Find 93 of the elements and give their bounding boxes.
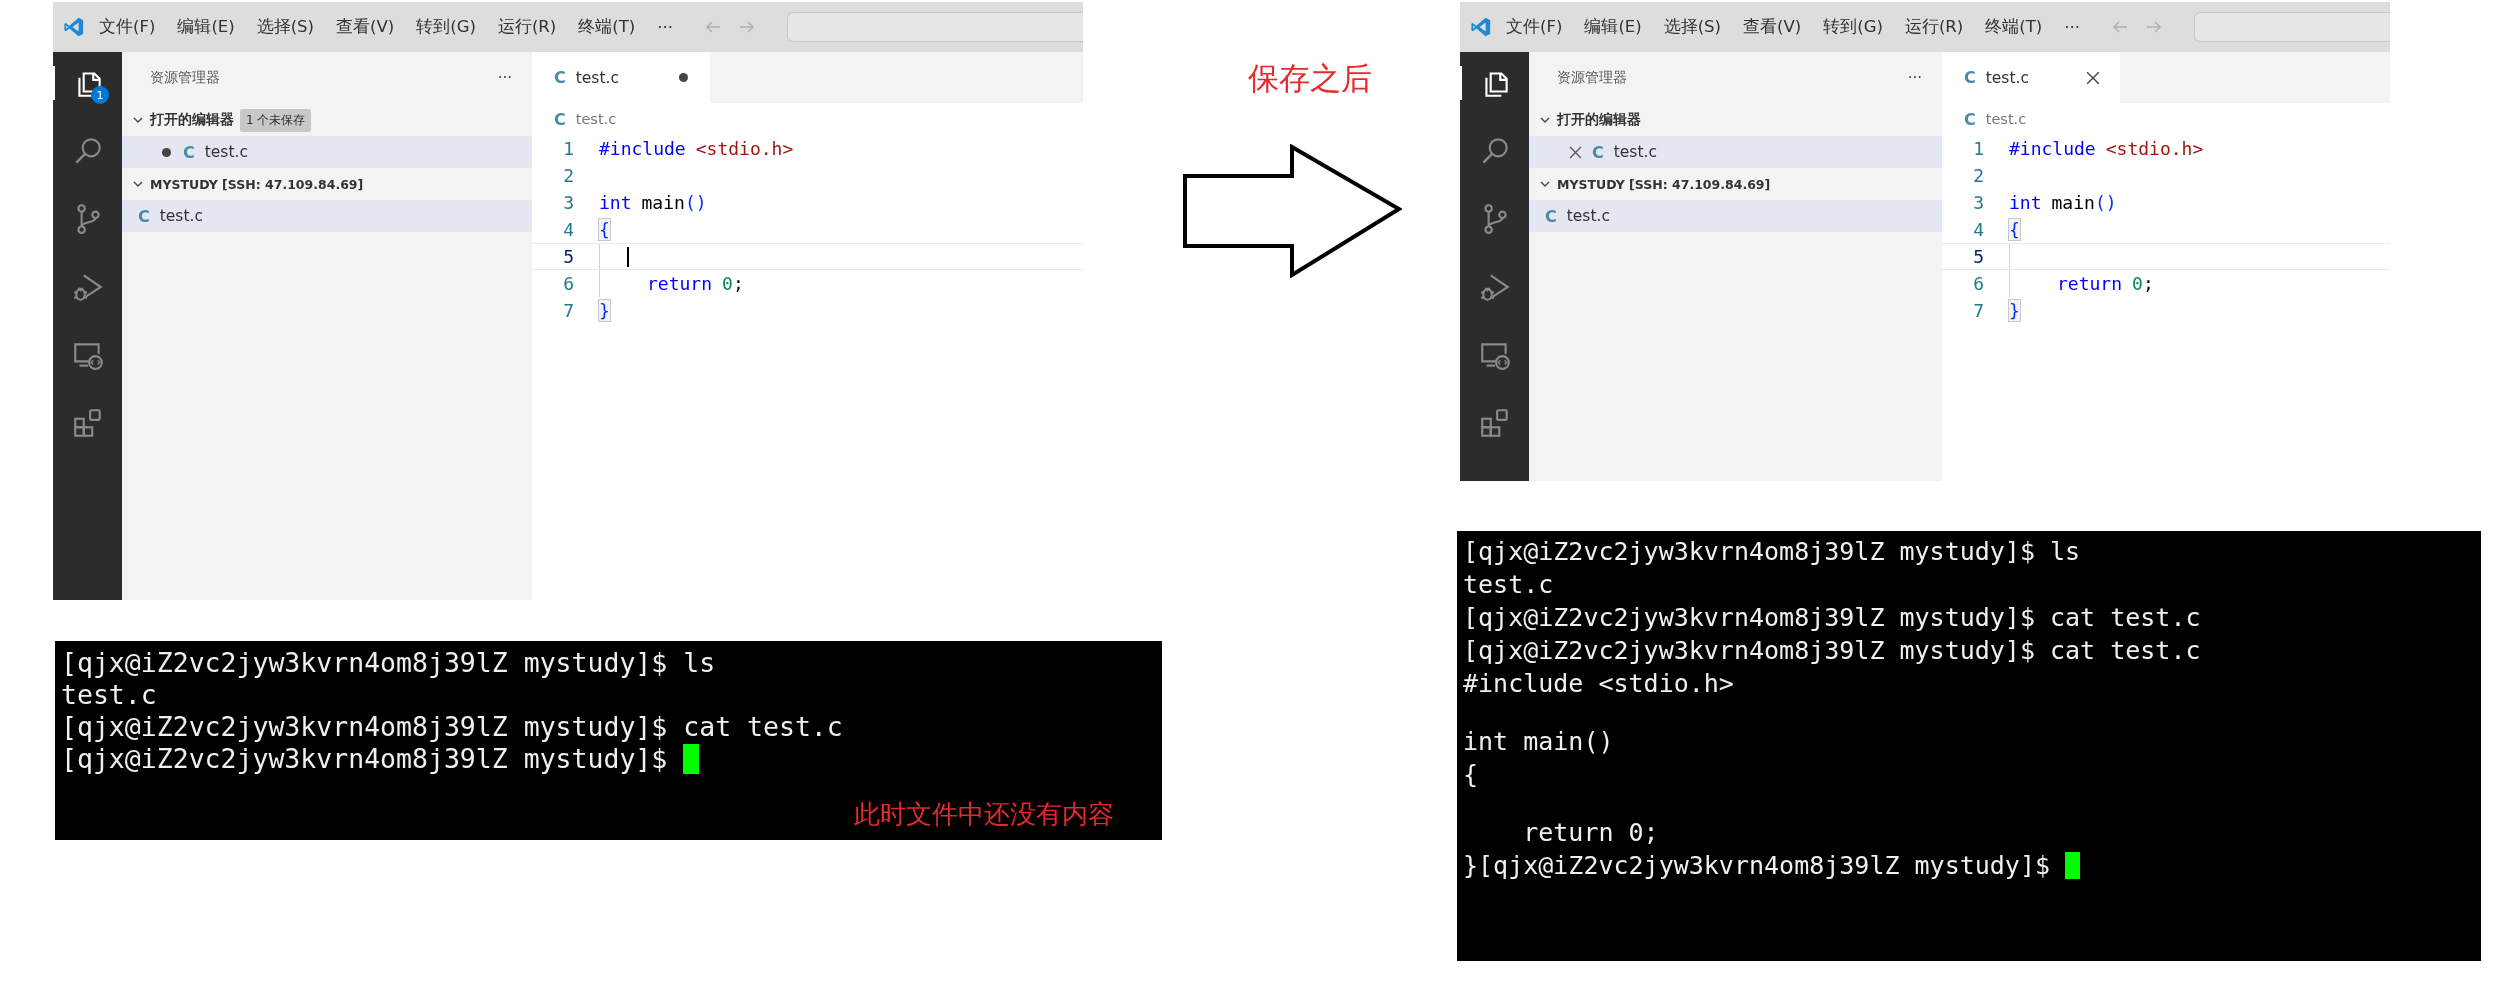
menu-item[interactable]: 运行(R) (497, 16, 557, 38)
app-logo-icon (63, 16, 85, 38)
terminal-line: #include <stdio.h> (1463, 668, 1734, 700)
file-item[interactable]: C test.c (1529, 200, 1942, 232)
code-token: int (2009, 192, 2042, 213)
code-token: () (2094, 192, 2117, 213)
line-number: 4 (1972, 219, 1984, 240)
notification-badge: 1 (91, 86, 109, 104)
terminal-line: { (1463, 759, 1479, 791)
right-arrow-icon (1182, 144, 1402, 278)
close-icon[interactable] (2086, 70, 2100, 85)
code-token: #include (599, 138, 686, 159)
code-token: } (599, 300, 610, 321)
code-token: return (647, 273, 713, 294)
line-number: 3 (1972, 192, 1984, 213)
line-number: 5 (562, 246, 574, 267)
code-token: 0 (722, 273, 733, 294)
section-header[interactable]: 打开的编辑器 (1529, 104, 1942, 136)
menu-item[interactable]: 文件(F) (99, 16, 156, 38)
terminal-cursor (2065, 851, 2080, 880)
code-token: } (2009, 300, 2020, 321)
section-header[interactable]: MYSTUDY [SSH: 47.109.84.69] (1529, 168, 1942, 200)
line-number: 6 (562, 273, 574, 294)
more-actions-button[interactable]: ··· (497, 69, 512, 87)
open-editor-item[interactable]: C test.c (122, 136, 532, 168)
menu-item[interactable]: 编辑(E) (177, 16, 235, 38)
search-field[interactable] (786, 12, 1083, 42)
code-token: main (641, 192, 685, 213)
code-token: return (2057, 273, 2123, 294)
menu-item[interactable]: 终端(T) (1985, 16, 2043, 38)
line-number: 4 (562, 219, 574, 240)
annotation-text: 保存之后 (1248, 59, 1372, 98)
menu-item[interactable]: 运行(R) (1904, 16, 1964, 38)
terminal-line: [qjx@iZ2vc2jyw3kvrn4om8j39lZ mystudy]$ (61, 743, 669, 775)
code-token: <stdio.h> (695, 138, 794, 159)
more-menu[interactable]: ··· (2064, 17, 2080, 37)
code-token: int (599, 192, 632, 213)
code-token: { (2009, 219, 2020, 240)
code-token: () (684, 192, 707, 213)
menu-item[interactable]: 查看(V) (1743, 16, 1802, 38)
terminal-line: [qjx@iZ2vc2jyw3kvrn4om8j39lZ mystudy]$ ls (1463, 536, 2081, 568)
terminal-line: [qjx@iZ2vc2jyw3kvrn4om8j39lZ mystudy]$ ls (61, 647, 716, 679)
line-number: 2 (562, 165, 574, 186)
close-icon[interactable] (1569, 145, 1582, 159)
menu-item[interactable]: 转到(G) (416, 16, 476, 38)
terminal-line: [qjx@iZ2vc2jyw3kvrn4om8j39lZ mystudy]$ cat test.c (61, 711, 843, 743)
open-editor-item[interactable]: C test.c (1529, 136, 1942, 168)
code-token: 0 (2132, 273, 2143, 294)
menu-item[interactable]: 转到(G) (1823, 16, 1883, 38)
section-header[interactable]: 打开的编辑器 1 个未保存 (122, 104, 532, 136)
menu-item[interactable]: 选择(S) (256, 16, 315, 38)
explorer-title: 资源管理器 (150, 69, 220, 87)
menu-item[interactable]: 文件(F) (1506, 16, 1563, 38)
breadcrumb[interactable]: C test.c (1942, 103, 2390, 135)
line-number: 5 (1972, 246, 1984, 267)
menu-item[interactable]: 终端(T) (578, 16, 636, 38)
terminal-line: test.c (61, 679, 157, 711)
line-number: 6 (1972, 273, 1984, 294)
menu-item[interactable]: 编辑(E) (1584, 16, 1642, 38)
terminal-line: [qjx@iZ2vc2jyw3kvrn4om8j39lZ mystudy]$ cat test.c (1463, 602, 2201, 634)
menu-item[interactable]: 选择(S) (1663, 16, 1722, 38)
annotation-text: 此时文件中还没有内容 (854, 798, 1114, 831)
terminal-cursor (683, 744, 699, 774)
line-number: 7 (562, 300, 574, 321)
line-number: 1 (1972, 138, 1984, 159)
line-number: 1 (562, 138, 574, 159)
code-token: main (2051, 192, 2095, 213)
terminal-line: int main() (1463, 726, 1614, 758)
terminal-line: }[qjx@iZ2vc2jyw3kvrn4om8j39lZ mystudy]$ (1463, 850, 2051, 882)
code-token: ; (2142, 273, 2154, 294)
file-item[interactable]: C test.c (122, 200, 532, 232)
menu-item[interactable]: 查看(V) (336, 16, 395, 38)
breadcrumb[interactable]: C test.c (532, 103, 1083, 135)
code-token: <stdio.h> (2105, 138, 2204, 159)
line-number: 2 (1972, 165, 1984, 186)
line-number: 7 (1972, 300, 1984, 321)
code-token: ; (732, 273, 744, 294)
more-actions-button[interactable]: ··· (1907, 69, 1922, 87)
terminal-line: [qjx@iZ2vc2jyw3kvrn4om8j39lZ mystudy]$ cat test.c (1463, 635, 2201, 667)
editor-tab[interactable]: C test.c (1942, 52, 2120, 103)
more-menu[interactable]: ··· (657, 17, 673, 37)
terminal-line: test.c (1463, 569, 1554, 601)
editor-tab[interactable]: C test.c (532, 52, 710, 103)
line-number: 3 (562, 192, 574, 213)
explorer-title: 资源管理器 (1557, 69, 1627, 87)
code-token: { (599, 219, 610, 240)
text-cursor (627, 246, 629, 267)
section-header[interactable]: MYSTUDY [SSH: 47.109.84.69] (122, 168, 532, 200)
terminal-line: return 0; (1522, 817, 1659, 849)
unsaved-count-badge: 1 个未保存 (240, 108, 312, 132)
code-token: #include (2009, 138, 2096, 159)
app-logo-icon (1470, 16, 1492, 38)
search-field[interactable] (2193, 12, 2390, 42)
